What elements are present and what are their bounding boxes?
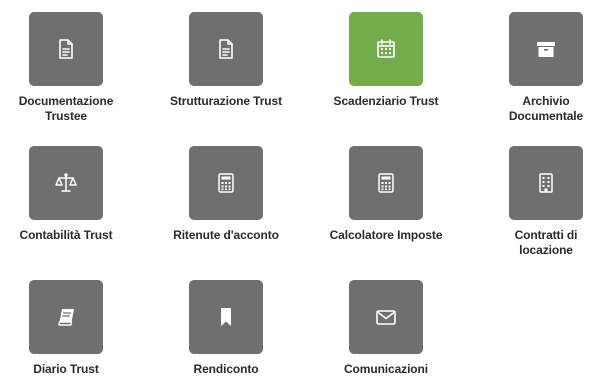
tile-icon-box[interactable] — [189, 280, 263, 354]
balance-scale-icon — [54, 171, 78, 195]
tile-contabilita-trust[interactable]: Contabilità Trust — [0, 146, 136, 243]
tile-label: Ritenute d'acconto — [173, 228, 279, 242]
archive-box-icon — [534, 37, 558, 61]
calendar-icon — [374, 37, 398, 61]
tile-scadenziario-trust[interactable]: Scadenziario Trust — [316, 12, 456, 109]
tile-icon-box[interactable] — [349, 146, 423, 220]
tile-icon-box[interactable] — [29, 12, 103, 86]
tile-icon-box[interactable] — [509, 146, 583, 220]
tile-rendiconto[interactable]: Rendiconto — [156, 280, 296, 376]
tile-label: Comunicazioni — [343, 362, 429, 376]
tile-label: Strutturazione Trust — [169, 94, 282, 108]
tile-label: Contratti di locazione — [514, 228, 578, 257]
tile-contratti-di-locazione[interactable]: Contratti di locazione — [476, 146, 600, 258]
tile-label: Diario Trust — [33, 362, 99, 376]
tile-label: Documentazione Trustee — [18, 94, 114, 123]
document-icon — [214, 37, 238, 61]
bookmark-icon — [214, 305, 238, 329]
tile-icon-box[interactable] — [509, 12, 583, 86]
tile-diario-trust[interactable]: Diario Trust — [0, 280, 136, 376]
tile-icon-box[interactable] — [29, 146, 103, 220]
document-icon — [54, 37, 78, 61]
calculator-icon — [214, 171, 238, 195]
tile-icon-box[interactable] — [189, 12, 263, 86]
envelope-icon — [374, 305, 398, 329]
tile-strutturazione-trust[interactable]: Strutturazione Trust — [156, 12, 296, 109]
tile-calcolatore-imposte[interactable]: Calcolatore Imposte — [316, 146, 456, 243]
tile-documentazione-trustee[interactable]: Documentazione Trustee — [0, 12, 136, 124]
tile-ritenute-dacconto[interactable]: Ritenute d'acconto — [156, 146, 296, 243]
tile-archivio-documentale[interactable]: Archivio Documentale — [476, 12, 600, 124]
tile-icon-box[interactable] — [349, 280, 423, 354]
calculator-icon — [374, 171, 398, 195]
tile-icon-box[interactable] — [189, 146, 263, 220]
app-tile-grid: Documentazione Trustee Strutturazione Tr… — [0, 0, 600, 376]
tile-label: Contabilità Trust — [19, 228, 113, 242]
building-icon — [534, 171, 558, 195]
tile-label: Scadenziario Trust — [333, 94, 439, 108]
tile-icon-box[interactable] — [349, 12, 423, 86]
tile-comunicazioni[interactable]: Comunicazioni — [316, 280, 456, 376]
tile-label: Archivio Documentale — [508, 94, 584, 123]
tile-label: Calcolatore Imposte — [329, 228, 443, 242]
tile-icon-box[interactable] — [29, 280, 103, 354]
book-icon — [54, 305, 78, 329]
tile-label: Rendiconto — [193, 362, 259, 376]
